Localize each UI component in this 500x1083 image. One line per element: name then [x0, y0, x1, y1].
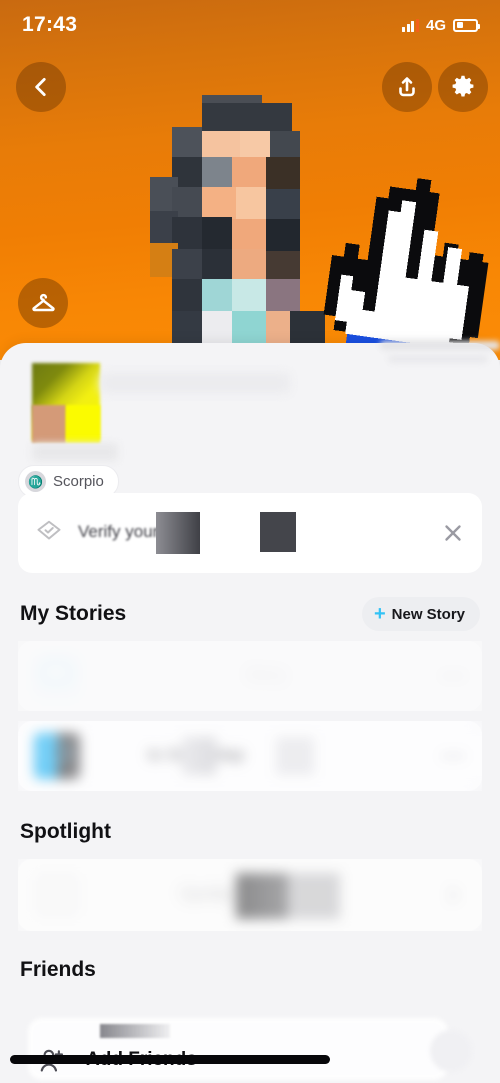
redaction-block	[100, 1024, 170, 1038]
handle-ghost	[380, 341, 500, 350]
back-button[interactable]	[16, 62, 66, 112]
new-story-button[interactable]: + New Story	[361, 597, 480, 631]
profile-header: 17:43 4G	[0, 0, 500, 360]
home-indicator	[10, 1055, 330, 1064]
redaction-block	[156, 512, 200, 554]
signal-bars-icon	[402, 18, 419, 32]
profile-sheet: ♏ Scorpio Verify your My Stories + New S…	[0, 341, 500, 1083]
display-name-redacted	[66, 405, 100, 443]
friends-header: Friends	[0, 955, 500, 985]
story-row[interactable]: to Snap Map	[18, 721, 482, 791]
username-ghost	[32, 443, 118, 461]
verify-banner[interactable]: Verify your	[18, 493, 482, 573]
zodiac-label: Scorpio	[53, 473, 104, 490]
snapchat-profile-screen: 17:43 4G ♏ Scorpio Verify your My Storie…	[0, 0, 500, 1083]
zodiac-glyph-icon: ♏	[25, 471, 46, 492]
status-bar-clock: 17:43	[22, 13, 78, 36]
network-type-label: 4G	[425, 16, 446, 34]
friends-title: Friends	[20, 958, 96, 981]
shield-check-icon	[34, 518, 64, 548]
close-verify-banner-button[interactable]	[440, 520, 466, 546]
verify-banner-text-wrap: Verify your	[78, 512, 440, 554]
share-profile-button[interactable]	[382, 62, 432, 112]
status-bar: 17:43 4G	[0, 0, 500, 50]
new-story-label: New Story	[391, 605, 465, 623]
story-row[interactable]: Story	[18, 641, 482, 711]
close-x-icon	[445, 525, 461, 541]
wardrobe-button[interactable]	[18, 278, 68, 328]
my-stories-header: My Stories + New Story	[0, 597, 500, 631]
share-upload-icon	[399, 77, 415, 97]
display-name-redacted	[32, 405, 66, 443]
chevron-left-icon	[35, 78, 46, 96]
spotlight-header: Spotlight	[0, 817, 500, 847]
my-stories-title: My Stories	[20, 602, 127, 625]
clothes-hanger-icon	[31, 293, 55, 311]
verify-banner-text: Verify your	[78, 522, 159, 541]
blur-overlay	[18, 859, 482, 931]
spotlight-row[interactable]: Spotlight	[18, 859, 482, 931]
battery-low-icon	[453, 18, 480, 32]
blur-overlay	[18, 721, 482, 791]
redaction-block	[260, 512, 296, 552]
display-name-block: ♏ Scorpio	[0, 341, 500, 498]
blur-overlay	[18, 641, 482, 711]
username-ghost	[100, 373, 290, 393]
settings-button[interactable]	[438, 62, 488, 112]
plus-icon: +	[373, 603, 386, 625]
avatar	[150, 95, 325, 360]
gear-icon	[452, 75, 474, 97]
status-bar-indicators: 4G	[402, 16, 480, 34]
spotlight-title: Spotlight	[20, 820, 111, 843]
handle-ghost	[388, 355, 488, 363]
